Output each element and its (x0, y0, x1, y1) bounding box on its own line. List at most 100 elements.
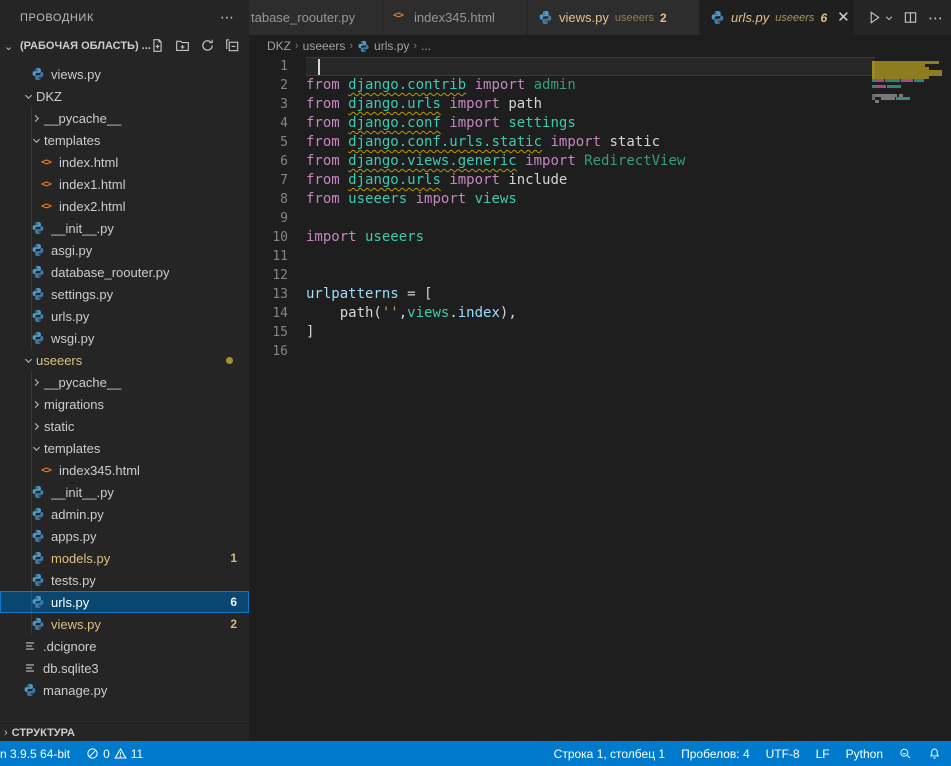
code-editor[interactable]: 12from django.contrib import admin3from … (249, 57, 951, 741)
tree-folder-DKZ[interactable]: DKZ (0, 85, 249, 107)
language-indicator[interactable]: Python (846, 747, 883, 761)
cursor-position-indicator[interactable]: Строка 1, столбец 1 (554, 747, 665, 761)
breadcrumb-item-urls.py[interactable]: urls.py (357, 39, 409, 53)
tree-file-__init__.py[interactable]: __init__.py (0, 217, 249, 239)
tree-file-tests.py[interactable]: tests.py (0, 569, 249, 591)
tree-folder-templates[interactable]: templates (0, 437, 249, 459)
indentation-indicator[interactable]: Пробелов: 4 (681, 747, 750, 761)
code-line-10: 10import useeers (249, 228, 951, 247)
code-line-4: 4from django.conf import settings (249, 114, 951, 133)
tree-item-label: index345.html (59, 463, 249, 478)
indent-guide (31, 129, 32, 151)
tree-file-urls.py[interactable]: urls.py (0, 305, 249, 327)
tree-item-label: index1.html (59, 177, 249, 192)
new-folder-icon[interactable] (175, 38, 191, 54)
run-dropdown[interactable] (883, 6, 895, 30)
tab-tabase_roouter.py[interactable]: tabase_roouter.py (249, 0, 383, 35)
indent-guide (31, 283, 32, 305)
outline-section-header[interactable]: › СТРУКТУРА (0, 723, 249, 741)
eol-indicator[interactable]: LF (816, 747, 830, 761)
tree-item-label: index.html (59, 155, 249, 170)
tab-urls.py[interactable]: urls.pyuseeers6✕ (700, 0, 855, 35)
error-circle-icon (86, 747, 99, 760)
bell-icon[interactable] (928, 747, 941, 760)
tree-item-label: models.py (51, 551, 230, 566)
line-number: 14 (249, 304, 306, 323)
split-editor-button[interactable] (899, 6, 921, 30)
tab-views.py[interactable]: views.pyuseeers2 (528, 0, 700, 35)
tree-item-label: __init__.py (51, 485, 249, 500)
tree-file-database_roouter.py[interactable]: database_roouter.py (0, 261, 249, 283)
tree-item-label: asgi.py (51, 243, 249, 258)
tab-description: useeers (775, 12, 814, 24)
workspace-section-header[interactable]: ⌄ (РАБОЧАЯ ОБЛАСТЬ) ... (0, 35, 249, 57)
line-content: from django.urls import path (306, 95, 542, 114)
python-version-indicator[interactable]: n 3.9.5 64-bit (0, 747, 70, 761)
tree-file-wsgi.py[interactable]: wsgi.py (0, 327, 249, 349)
text-cursor (318, 59, 320, 75)
indent-guide (31, 305, 32, 327)
tree-file-__init__.py[interactable]: __init__.py (0, 481, 249, 503)
modified-dot-badge (226, 357, 233, 364)
breadcrumb-separator: › (295, 40, 299, 52)
tree-folder-static[interactable]: static (0, 415, 249, 437)
tree-file-index.html[interactable]: <>index.html (0, 151, 249, 173)
tab-bar: tabase_roouter.py<>index345.htmlviews.py… (249, 0, 951, 35)
close-icon[interactable]: ✕ (837, 10, 850, 25)
minimap[interactable] (875, 57, 947, 741)
problems-indicator[interactable]: 0 11 (86, 747, 143, 761)
breadcrumb-item-...[interactable]: ... (421, 39, 431, 53)
tree-folder-__pycache__[interactable]: __pycache__ (0, 107, 249, 129)
tree-file-models.py[interactable]: models.py1 (0, 547, 249, 569)
tree-file-admin.py[interactable]: admin.py (0, 503, 249, 525)
collapse-all-icon[interactable] (225, 38, 241, 54)
tree-file-index2.html[interactable]: <>index2.html (0, 195, 249, 217)
refresh-icon[interactable] (200, 38, 216, 54)
feedback-icon[interactable] (899, 747, 912, 760)
line-content: urlpatterns = [ (306, 285, 432, 304)
tree-file-asgi.py[interactable]: asgi.py (0, 239, 249, 261)
breadcrumb-item-DKZ[interactable]: DKZ (267, 39, 291, 53)
tree-file-index345.html[interactable]: <>index345.html (0, 459, 249, 481)
new-file-icon[interactable] (150, 38, 166, 54)
tab-index345.html[interactable]: <>index345.html (383, 0, 528, 35)
breadcrumb-item-useeers[interactable]: useeers (303, 39, 346, 53)
encoding-indicator[interactable]: UTF-8 (766, 747, 800, 761)
line-number: 15 (249, 323, 306, 342)
tree-folder-migrations[interactable]: migrations (0, 393, 249, 415)
tree-file-db.sqlite3[interactable]: db.sqlite3 (0, 657, 249, 679)
tree-file-views.py[interactable]: views.py (0, 63, 249, 85)
tree-file-manage.py[interactable]: manage.py (0, 679, 249, 701)
line-content: from django.contrib import admin (306, 76, 576, 95)
tree-file-settings.py[interactable]: settings.py (0, 283, 249, 305)
minimap-line-mark (875, 79, 884, 82)
run-button[interactable] (863, 6, 885, 30)
more-actions-button[interactable]: ⋯ (925, 6, 947, 30)
tree-item-label: settings.py (51, 287, 249, 302)
html-file-icon: <> (393, 10, 408, 25)
tree-folder-__pycache__[interactable]: __pycache__ (0, 371, 249, 393)
indent-guide (31, 591, 32, 613)
tree-file-views.py[interactable]: views.py2 (0, 613, 249, 635)
tree-item-label: index2.html (59, 199, 249, 214)
vscode-window: ПРОВОДНИК ⋯ tabase_roouter.py<>index345.… (0, 0, 951, 766)
tab-label: views.py (559, 10, 609, 25)
tree-file-apps.py[interactable]: apps.py (0, 525, 249, 547)
line-number: 2 (249, 76, 306, 95)
breadcrumb-separator: › (349, 40, 353, 52)
tree-file-index1.html[interactable]: <>index1.html (0, 173, 249, 195)
chevron-down-icon (20, 91, 36, 102)
python-file-icon (30, 485, 46, 499)
tree-folder-useeers[interactable]: useeers (0, 349, 249, 371)
code-line-6: 6from django.views.generic import Redire… (249, 152, 951, 171)
explorer-more-actions-icon[interactable]: ⋯ (220, 9, 235, 26)
code-line-16: 16 (249, 342, 951, 361)
tab-problems-badge: 2 (660, 11, 667, 25)
indent-guide (31, 151, 32, 173)
tree-folder-templates[interactable]: templates (0, 129, 249, 151)
tree-file-urls.py[interactable]: urls.py6 (0, 591, 249, 613)
tree-item-label: DKZ (36, 89, 249, 104)
indent-guide (31, 393, 32, 415)
tree-file-.dcignore[interactable]: .dcignore (0, 635, 249, 657)
breadcrumb-separator: › (413, 40, 417, 52)
